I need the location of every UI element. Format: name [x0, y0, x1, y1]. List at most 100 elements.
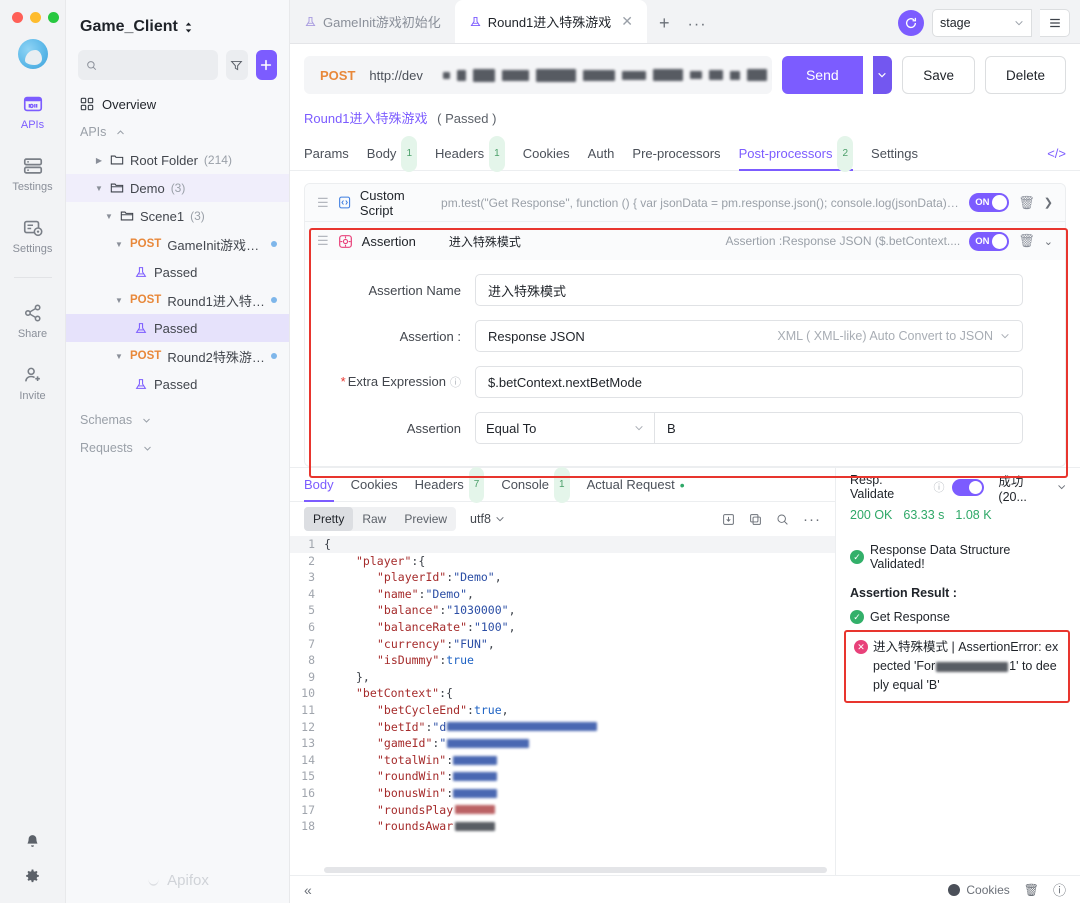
horizontal-scrollbar[interactable]: [324, 867, 827, 873]
chevron-down-icon[interactable]: ▼: [104, 212, 114, 221]
validate-status-select[interactable]: 成功 (20...: [998, 471, 1066, 504]
sidebar-group-schemas[interactable]: Schemas: [66, 406, 289, 434]
environment-menu-button[interactable]: [1040, 9, 1070, 37]
resp-tab-headers[interactable]: Headers 7: [415, 466, 485, 503]
assertion-expected-input[interactable]: B: [655, 412, 1023, 444]
rail-item-apis[interactable]: APIs: [0, 93, 65, 131]
collapse-sidebar-button[interactable]: «: [304, 882, 312, 898]
code-view-icon[interactable]: </>: [1047, 146, 1066, 161]
doc-tab-gameinit[interactable]: GameInit游戏初始化: [290, 0, 455, 43]
tab-body[interactable]: Body 1: [367, 135, 417, 172]
sidebar-group-requests[interactable]: Requests: [66, 434, 289, 462]
rail-item-share[interactable]: Share: [0, 302, 65, 340]
chevron-down-icon[interactable]: ▼: [114, 352, 124, 361]
tree-row-demo[interactable]: ▼ Demo (3): [66, 174, 289, 202]
chevron-down-icon[interactable]: ▼: [94, 184, 104, 193]
rail-item-testings[interactable]: Testings: [0, 155, 65, 193]
chevron-right-icon[interactable]: ❯: [1044, 196, 1053, 209]
assertion-name-input[interactable]: 进入特殊模式: [475, 274, 1023, 306]
delete-button[interactable]: Delete: [984, 56, 1066, 94]
view-mode-pretty[interactable]: Pretty: [304, 507, 354, 531]
processor-toggle[interactable]: ON: [969, 193, 1010, 212]
tab-overflow-button[interactable]: ···: [682, 7, 713, 43]
sidebar-group-apis[interactable]: APIs: [66, 118, 289, 146]
tab-pre-processors[interactable]: Pre-processors: [632, 137, 720, 171]
gear-icon[interactable]: [24, 868, 41, 885]
code-line: 1{: [290, 536, 835, 553]
view-mode-preview[interactable]: Preview: [395, 507, 456, 531]
download-icon[interactable]: [722, 513, 735, 526]
unsaved-dot-icon: [271, 297, 277, 303]
avatar[interactable]: [17, 39, 48, 69]
question-icon[interactable]: ⓘ: [450, 377, 461, 389]
drag-handle-icon[interactable]: ☰: [317, 233, 329, 249]
tree-row-scene1[interactable]: ▼ Scene1 (3): [66, 202, 289, 230]
resp-tab-console[interactable]: Console 1: [501, 466, 570, 503]
tree-row-root-folder[interactable]: ▶ Root Folder (214): [66, 146, 289, 174]
chevron-down-icon[interactable]: ▼: [114, 240, 124, 249]
response-body-code[interactable]: 1{ 2 "player": { 3 "playerId": "Demo", 4 "n…: [290, 534, 835, 875]
tab-params[interactable]: Params: [304, 137, 349, 171]
send-button[interactable]: Send: [781, 56, 863, 94]
search-input[interactable]: [103, 58, 211, 72]
drag-handle-icon[interactable]: ☰: [317, 195, 329, 211]
tree-row-round2[interactable]: ▼ POST Round2特殊游戏奖励...: [66, 342, 289, 370]
assertion-expression-input[interactable]: $.betContext.nextBetMode: [475, 366, 1023, 398]
processor-row-custom-script[interactable]: ☰ Custom Script pm.test("Get Response", …: [305, 184, 1065, 222]
tab-settings[interactable]: Settings: [871, 137, 918, 171]
chevron-down-icon[interactable]: ▼: [114, 296, 124, 305]
more-icon[interactable]: ···: [803, 511, 821, 528]
cookies-button[interactable]: Cookies: [948, 883, 1010, 897]
rail-item-settings[interactable]: Settings: [0, 217, 65, 255]
sidebar-item-overview[interactable]: Overview: [66, 90, 289, 118]
resp-tab-body[interactable]: Body: [304, 468, 334, 502]
assertion-operator-select[interactable]: Equal To: [475, 412, 655, 444]
send-options-button[interactable]: [872, 56, 893, 94]
rail-item-invite[interactable]: Invite: [0, 364, 65, 402]
url-input[interactable]: POST http://dev: [304, 56, 772, 94]
redacted-value: [455, 805, 496, 815]
project-switcher[interactable]: Game_Client: [66, 0, 289, 46]
trash-icon[interactable]: 🗑: [1018, 233, 1035, 249]
tree-row-case-passed-1[interactable]: Passed: [66, 258, 289, 286]
tree-row-case-passed-2[interactable]: Passed: [66, 314, 289, 342]
resp-tab-cookies[interactable]: Cookies: [351, 468, 398, 502]
chevron-down-icon[interactable]: ⌄: [1044, 235, 1053, 248]
trash-icon[interactable]: 🗑: [1024, 883, 1039, 897]
tree-label: Passed: [154, 320, 198, 336]
tab-headers[interactable]: Headers 1: [435, 135, 505, 172]
close-tab-icon[interactable]: ✕: [621, 13, 633, 30]
bell-icon[interactable]: [24, 833, 41, 850]
processor-row-assertion[interactable]: ☰ Assertion 进入特殊模式 Assertion :Response J…: [305, 222, 1065, 260]
question-icon[interactable]: ⓘ: [933, 479, 944, 495]
tab-post-processors[interactable]: Post-processors 2: [739, 135, 854, 172]
tree-row-gameinit[interactable]: ▼ POST GameInit游戏初始化...: [66, 230, 289, 258]
copy-icon[interactable]: [749, 513, 762, 526]
filter-button[interactable]: [226, 50, 248, 80]
search-icon[interactable]: [776, 513, 789, 526]
doc-tab-round1[interactable]: Round1进入特殊游戏 ✕: [454, 0, 648, 43]
resp-tab-actual-request[interactable]: Actual Request •: [587, 468, 685, 502]
search-box[interactable]: [78, 50, 219, 80]
tree-row-round1[interactable]: ▼ POST Round1进入特殊游戏...: [66, 286, 289, 314]
validate-toggle[interactable]: [952, 478, 985, 496]
minimize-icon[interactable]: [30, 12, 41, 23]
breadcrumb-link[interactable]: Round1进入特殊游戏: [304, 111, 428, 126]
view-mode-raw[interactable]: Raw: [353, 507, 395, 531]
assertion-source-select[interactable]: Response JSON XML ( XML-like) Auto Conve…: [475, 320, 1023, 352]
processor-toggle[interactable]: ON: [969, 231, 1010, 251]
add-button[interactable]: [255, 50, 277, 80]
environment-select[interactable]: stage: [932, 9, 1032, 37]
zoom-icon[interactable]: [48, 12, 59, 23]
save-button[interactable]: Save: [902, 56, 975, 94]
tree-row-case-passed-3[interactable]: Passed: [66, 370, 289, 398]
tab-auth[interactable]: Auth: [588, 137, 615, 171]
sync-button[interactable]: [898, 10, 924, 36]
help-icon[interactable]: ⓘ: [1053, 880, 1066, 899]
encoding-select[interactable]: utf8: [470, 512, 505, 526]
trash-icon[interactable]: 🗑: [1018, 195, 1035, 211]
new-tab-button[interactable]: +: [647, 3, 682, 43]
tab-cookies[interactable]: Cookies: [523, 137, 570, 171]
close-icon[interactable]: [12, 12, 23, 23]
chevron-right-icon[interactable]: ▶: [94, 156, 104, 165]
